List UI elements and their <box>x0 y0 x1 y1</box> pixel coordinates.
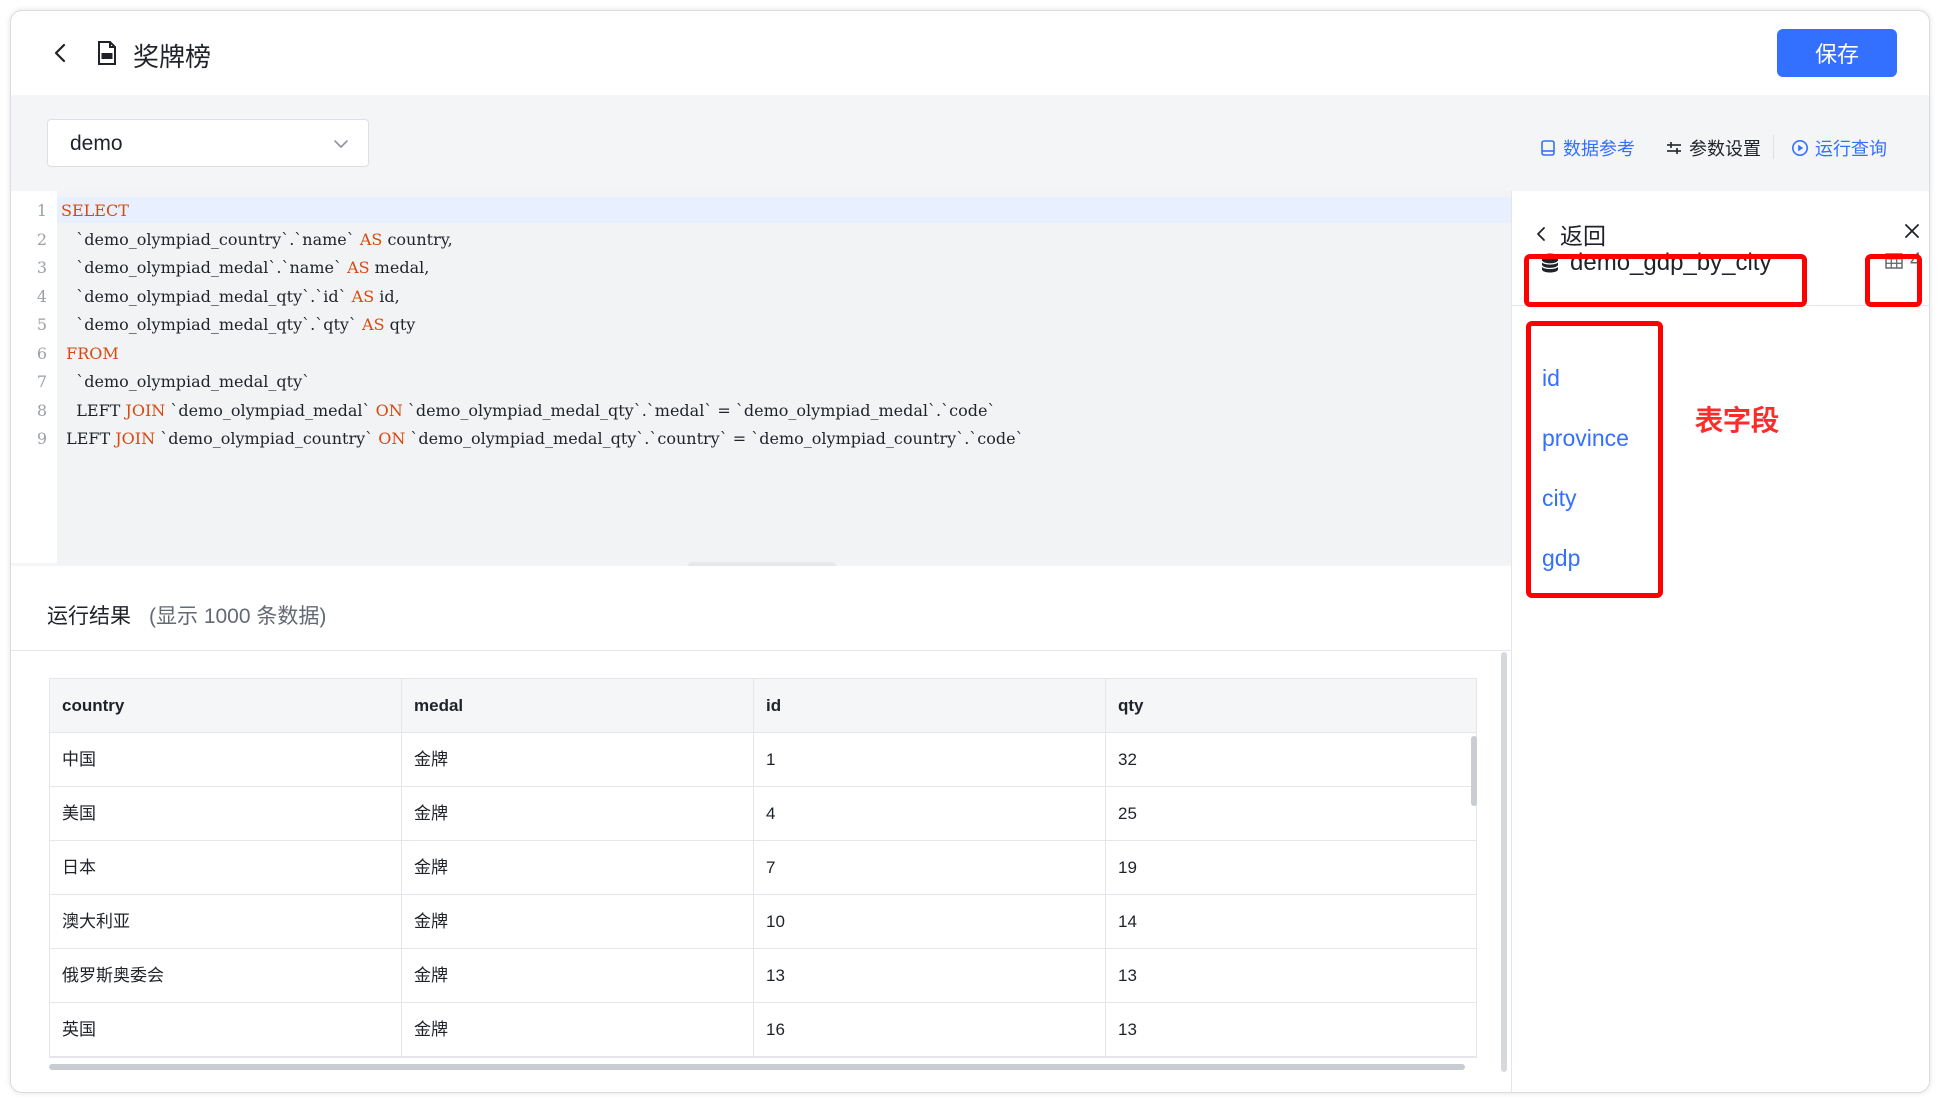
toolbar-separator <box>1773 135 1774 159</box>
table-cell-country: 中国 <box>50 733 402 787</box>
table-row[interactable]: 英国 金牌 16 13 <box>50 1003 1476 1057</box>
code-line[interactable]: 4 `demo_olympiad_medal_qty`.`id` AS id, <box>11 283 1511 311</box>
table-cell-qty: 13 <box>1118 1020 1137 1039</box>
code-line[interactable]: 7 `demo_olympiad_medal_qty` <box>11 368 1511 396</box>
code-line[interactable]: 2 `demo_olympiad_country`.`name` AS coun… <box>11 226 1511 254</box>
close-icon[interactable] <box>1902 221 1922 241</box>
parameter-settings-button[interactable]: 参数设置 <box>1665 135 1761 161</box>
column-header-country[interactable]: country <box>50 679 402 733</box>
code-line-text: SELECT <box>61 201 129 220</box>
table-body: 中国 金牌 1 32 美国 金牌 4 25 日本 金牌 7 19 澳大利亚 金牌 10 14 俄罗斯奥委会 金牌 1… <box>50 733 1476 1057</box>
annotation-box-fields <box>1526 321 1663 598</box>
table-cell-country: 美国 <box>50 787 402 841</box>
table-horizontal-scrollbar[interactable] <box>49 1064 1465 1070</box>
results-section: 运行结果 (显示 1000 条数据) country medal id qty … <box>11 566 1511 1092</box>
line-number: 9 <box>36 429 47 448</box>
datasource-select[interactable]: demo <box>47 119 369 167</box>
table-cell-qty: 32 <box>1118 750 1137 769</box>
code-line-text: `demo_olympiad_medal_qty` <box>61 372 311 391</box>
table-row[interactable]: 美国 金牌 4 25 <box>50 787 1476 841</box>
table-cell-id: 1 <box>754 733 1106 787</box>
run-query-button[interactable]: 运行查询 <box>1791 135 1887 161</box>
table-cell-id: 16 <box>754 1003 1106 1057</box>
table-cell-country: 英国 <box>50 1003 402 1057</box>
results-table: country medal id qty 中国 金牌 1 32 美国 金牌 4 25 日本 金牌 7… <box>49 678 1477 1058</box>
play-circle-icon <box>1792 140 1808 156</box>
annotation-box-field-count <box>1865 254 1922 307</box>
table-cell-id: 10 <box>754 895 1106 949</box>
run-query-label: 运行查询 <box>1815 139 1887 159</box>
datasource-selected-value: demo <box>70 132 123 155</box>
table-vertical-scrollbar[interactable] <box>1471 736 1477 806</box>
code-line[interactable]: 8 LEFT JOIN `demo_olympiad_medal` ON `de… <box>11 397 1511 425</box>
table-cell-medal: 金牌 <box>402 733 754 787</box>
code-line[interactable]: 9 LEFT JOIN `demo_olympiad_country` ON `… <box>11 425 1511 453</box>
code-line[interactable]: 3 `demo_olympiad_medal`.`name` AS medal, <box>11 254 1511 282</box>
data-reference-button[interactable]: 数据参考 <box>1539 135 1635 161</box>
panel-back-label: 返回 <box>1560 223 1606 249</box>
table-row[interactable]: 日本 金牌 7 19 <box>50 841 1476 895</box>
table-cell-qty: 19 <box>1118 858 1137 877</box>
results-row-count-note: (显示 1000 条数据) <box>149 605 327 628</box>
code-line[interactable]: 6 FROM <box>11 340 1511 368</box>
table-cell-qty: 25 <box>1118 804 1137 823</box>
table-cell-id: 13 <box>754 949 1106 1003</box>
table-cell-country: 澳大利亚 <box>50 895 402 949</box>
code-line-text: LEFT JOIN `demo_olympiad_country` ON `de… <box>61 429 1024 448</box>
data-reference-label: 数据参考 <box>1563 139 1635 159</box>
code-line-text: FROM <box>66 343 119 363</box>
database-book-icon <box>1541 140 1555 156</box>
code-line-text: LEFT JOIN `demo_olympiad_medal` ON `demo… <box>61 400 996 420</box>
table-cell-id: 7 <box>754 841 1106 895</box>
line-number: 3 <box>36 258 47 277</box>
chevron-left-icon <box>1537 227 1545 241</box>
table-cell-qty: 14 <box>1118 912 1137 931</box>
panel-back-button[interactable]: 返回 <box>1532 217 1606 251</box>
table-row[interactable]: 中国 金牌 1 32 <box>50 733 1476 787</box>
line-number: 7 <box>36 372 47 391</box>
table-cell-qty: 13 <box>1118 966 1137 985</box>
table-cell-country: 日本 <box>50 841 402 895</box>
parameter-settings-label: 参数设置 <box>1689 139 1761 159</box>
app-window: 奖牌榜 保存 demo 数据参考 参数设置 运行查询 1 SELECT 2 `d… <box>10 10 1930 1093</box>
results-scrollbar[interactable] <box>1501 652 1507 1072</box>
table-cell-medal: 金牌 <box>402 895 754 949</box>
column-header-medal[interactable]: medal <box>402 679 754 733</box>
back-arrow-icon[interactable] <box>49 41 73 65</box>
table-cell-medal: 金牌 <box>402 841 754 895</box>
line-number: 6 <box>36 343 47 363</box>
line-number: 2 <box>36 229 47 249</box>
table-cell-medal: 金牌 <box>402 949 754 1003</box>
table-row[interactable]: 俄罗斯奥委会 金牌 13 13 <box>50 949 1476 1003</box>
code-line-text: `demo_olympiad_medal`.`name` AS medal, <box>61 258 430 277</box>
sql-editor[interactable]: 1 SELECT 2 `demo_olympiad_country`.`name` … <box>11 191 1511 563</box>
save-button[interactable]: 保存 <box>1777 29 1897 77</box>
code-line-text: `demo_olympiad_medal_qty`.`qty` AS qty <box>61 315 416 334</box>
sliders-icon <box>1667 142 1681 154</box>
column-header-id[interactable]: id <box>754 679 1106 733</box>
line-number: 8 <box>36 400 47 420</box>
sql-file-icon <box>98 41 116 65</box>
table-cell-country: 俄罗斯奥委会 <box>50 949 402 1003</box>
code-line-text: `demo_olympiad_country`.`name` AS countr… <box>61 229 453 249</box>
column-header-qty[interactable]: qty <box>1106 679 1476 733</box>
results-divider <box>11 650 1511 651</box>
code-line-text: `demo_olympiad_medal_qty`.`id` AS id, <box>61 286 400 306</box>
table-cell-medal: 金牌 <box>402 787 754 841</box>
line-number: 1 <box>36 201 47 220</box>
table-row[interactable]: 澳大利亚 金牌 10 14 <box>50 895 1476 949</box>
table-cell-id: 4 <box>754 787 1106 841</box>
line-number: 5 <box>36 315 47 334</box>
editor-toolbar: 数据参考 参数设置 运行查询 <box>11 11 1929 159</box>
annotation-box-table-name <box>1524 254 1807 307</box>
table-cell-medal: 金牌 <box>402 1003 754 1057</box>
results-title: 运行结果 <box>47 605 131 628</box>
page-title: 奖牌榜 <box>133 42 212 72</box>
line-number: 4 <box>36 286 47 306</box>
annotation-label-table-fields: 表字段 <box>1695 405 1780 436</box>
code-line[interactable]: 1 SELECT <box>11 197 1511 225</box>
chevron-down-icon <box>334 140 348 148</box>
code-line[interactable]: 5 `demo_olympiad_medal_qty`.`qty` AS qty <box>11 311 1511 339</box>
table-header-row: country medal id qty <box>50 679 1476 733</box>
